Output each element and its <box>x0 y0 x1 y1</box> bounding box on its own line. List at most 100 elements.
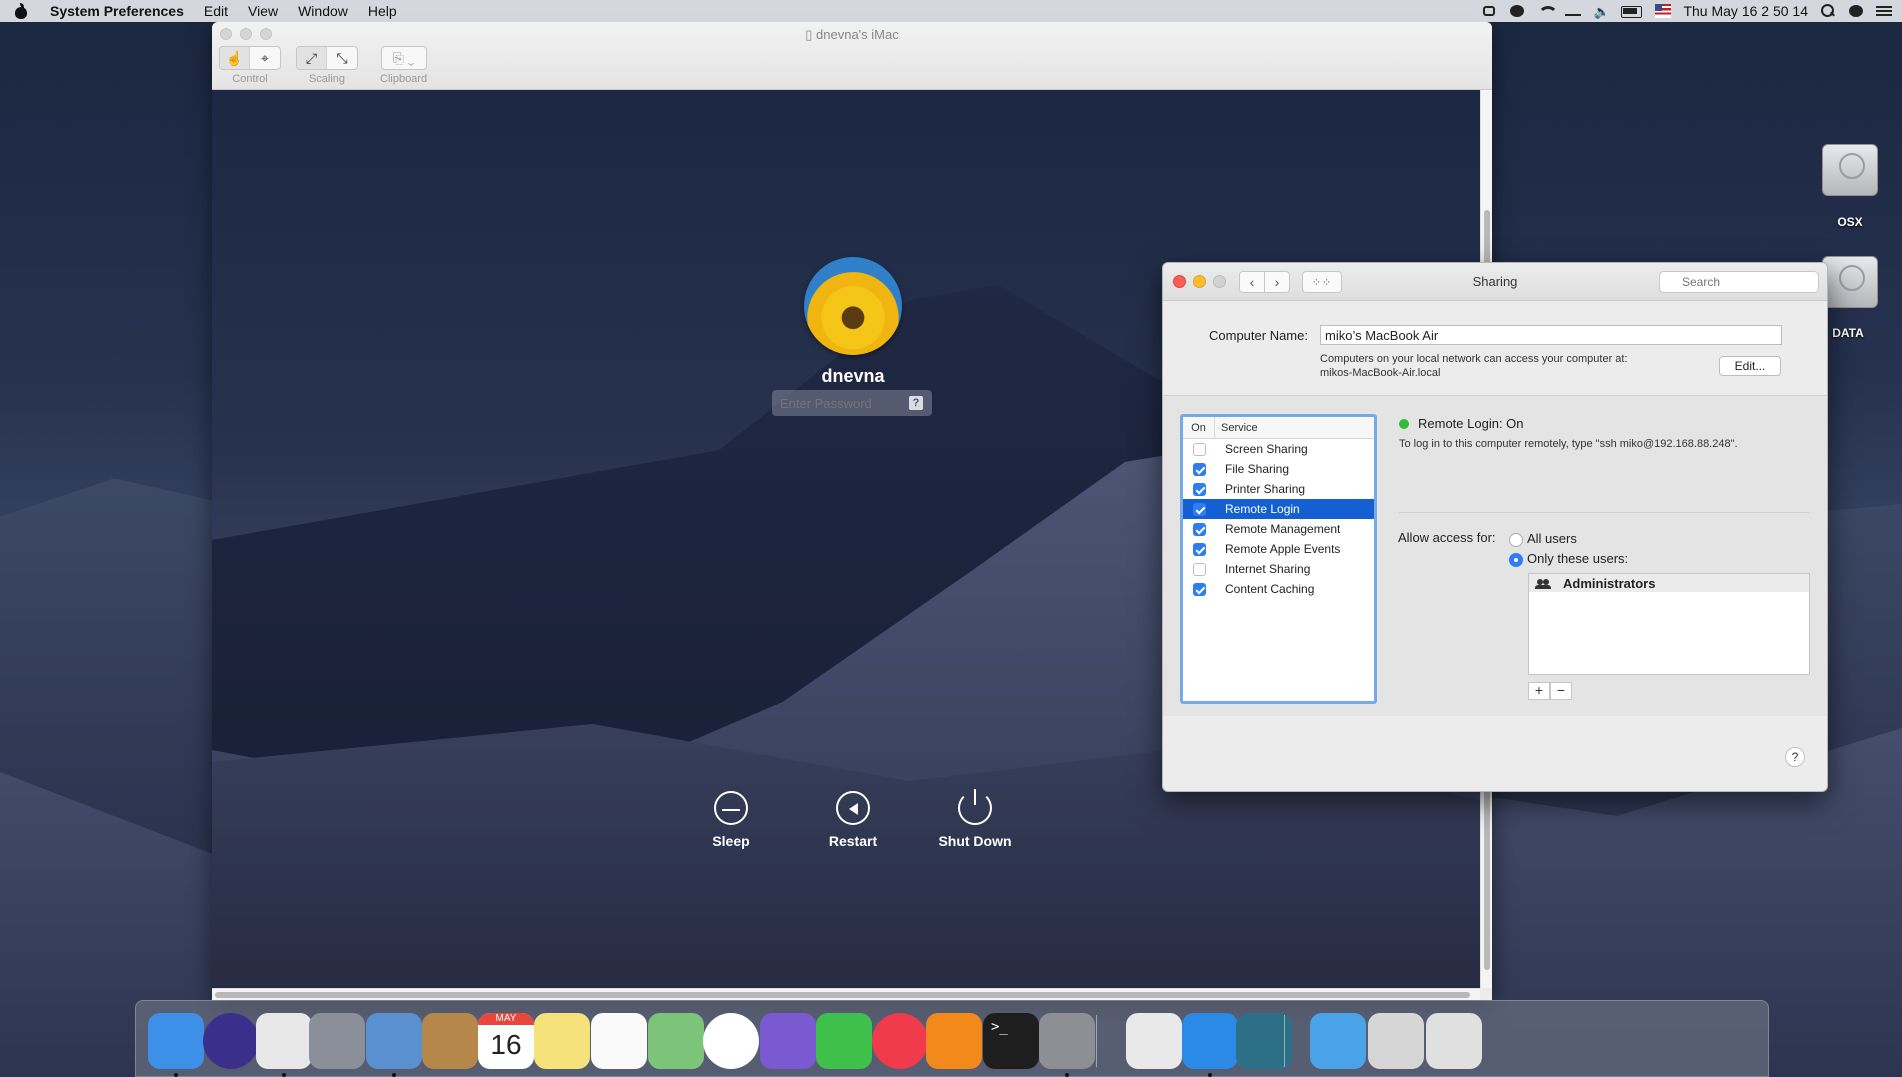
menu-help[interactable]: Help <box>368 3 397 19</box>
calendar-icon[interactable]: MAY 16 <box>478 1013 534 1069</box>
users-list[interactable]: Administrators <box>1528 573 1810 675</box>
wifi-icon[interactable] <box>1537 4 1559 18</box>
search-input[interactable] <box>1659 271 1819 293</box>
password-field[interactable] <box>772 390 932 416</box>
ssh-instructions: To log in to this computer remotely, typ… <box>1399 438 1738 450</box>
running-indicator <box>1208 1073 1212 1077</box>
shutdown-label: Shut Down <box>938 833 1012 849</box>
service-checkbox[interactable] <box>1193 482 1206 496</box>
horizontal-scrollbar[interactable] <box>212 988 1480 1000</box>
eject-icon[interactable] <box>1565 6 1582 16</box>
service-row[interactable]: Remote Apple Events <box>1183 539 1374 559</box>
service-row[interactable]: Remote Management <box>1183 519 1374 539</box>
scaling-label: Scaling <box>308 73 346 85</box>
trash-icon[interactable] <box>1426 1013 1482 1069</box>
mail-icon[interactable] <box>366 1013 422 1069</box>
edit-button[interactable]: Edit... <box>1719 356 1781 376</box>
service-checkbox[interactable] <box>1193 582 1206 596</box>
power-icon <box>958 789 992 825</box>
menu-window[interactable]: Window <box>298 3 348 19</box>
control-binoculars-icon[interactable]: ⌖ <box>250 47 280 69</box>
vlc-icon[interactable] <box>926 1013 982 1069</box>
notes-icon[interactable] <box>534 1013 590 1069</box>
safari-icon[interactable] <box>1182 1013 1238 1069</box>
radio-only-these-users-label[interactable]: Only these users: <box>1527 551 1628 566</box>
siri-icon[interactable] <box>203 1013 259 1069</box>
network-note-line1: Computers on your local network can acce… <box>1320 353 1628 365</box>
terminal-icon[interactable]: >_ <box>983 1013 1039 1069</box>
clipboard-icon[interactable]: ⎘ ⌄ <box>382 47 426 69</box>
sleep-button[interactable]: Sleep <box>691 791 771 849</box>
menu-clock[interactable]: Thu May 16 2 50 14 <box>1683 3 1808 19</box>
binoculars-status-icon[interactable] <box>1481 4 1497 18</box>
service-row[interactable]: Screen Sharing <box>1183 439 1374 459</box>
service-checkbox[interactable] <box>1193 522 1206 536</box>
contacts-icon[interactable] <box>422 1013 478 1069</box>
news-icon[interactable] <box>872 1013 928 1069</box>
radio-all-users-label[interactable]: All users <box>1527 531 1577 546</box>
service-checkbox[interactable] <box>1193 502 1206 516</box>
service-checkbox[interactable] <box>1193 562 1206 576</box>
viber-icon[interactable] <box>760 1013 816 1069</box>
notification-center-icon[interactable] <box>1876 4 1892 18</box>
menu-app-name[interactable]: System Preferences <box>50 3 184 19</box>
maps-icon[interactable] <box>648 1013 704 1069</box>
volume-icon[interactable]: 🔈 <box>1593 4 1609 19</box>
service-checkbox[interactable] <box>1193 442 1206 456</box>
service-row[interactable]: Printer Sharing <box>1183 479 1374 499</box>
col-on[interactable]: On <box>1183 417 1215 438</box>
service-row[interactable]: Content Caching <box>1183 579 1374 599</box>
battery-icon[interactable] <box>1621 4 1643 18</box>
window-title-text: dnevna's iMac <box>816 27 899 42</box>
menu-bar: System Preferences Edit View Window Help… <box>0 0 1902 22</box>
service-row[interactable]: Remote Login <box>1183 499 1374 519</box>
sleep-label: Sleep <box>712 833 750 849</box>
list-item[interactable]: Administrators <box>1529 574 1809 592</box>
control-group: ☝ ⌖ Control <box>219 46 281 85</box>
restart-button[interactable]: Restart <box>813 791 893 849</box>
service-checkbox[interactable] <box>1193 462 1206 476</box>
dock-separator <box>1284 1015 1285 1067</box>
control-label: Control <box>232 73 268 85</box>
textedit-icon[interactable] <box>1126 1013 1182 1069</box>
radio-only-these-users[interactable] <box>1509 553 1523 567</box>
user-avatar[interactable] <box>804 257 902 355</box>
sharing-titlebar: ‹ › ⁘⁘ Sharing <box>1163 263 1827 301</box>
help-button[interactable]: ? <box>1785 747 1805 767</box>
control-pointer-icon[interactable]: ☝ <box>220 47 250 69</box>
menu-edit[interactable]: Edit <box>204 3 228 19</box>
service-checkbox[interactable] <box>1193 542 1206 556</box>
computer-name-field[interactable] <box>1320 325 1782 345</box>
finder-icon[interactable] <box>148 1013 204 1069</box>
menu-view[interactable]: View <box>248 3 278 19</box>
chrome-apps-icon[interactable] <box>1368 1013 1424 1069</box>
launchpad-icon[interactable] <box>309 1013 365 1069</box>
chrome-icon[interactable] <box>256 1013 312 1069</box>
shutdown-button[interactable]: Shut Down <box>935 789 1015 849</box>
service-row[interactable]: Internet Sharing <box>1183 559 1374 579</box>
service-label: Remote Management <box>1225 522 1341 536</box>
disk-data-icon[interactable] <box>1822 256 1878 308</box>
disk-osx-icon[interactable] <box>1822 144 1878 196</box>
service-row[interactable]: File Sharing <box>1183 459 1374 479</box>
col-service[interactable]: Service <box>1215 422 1258 434</box>
photos-icon[interactable] <box>703 1013 759 1069</box>
remove-user-button[interactable]: − <box>1550 682 1572 700</box>
calendar-day: 16 <box>490 1029 522 1060</box>
downloads-folder-icon[interactable] <box>1310 1013 1366 1069</box>
viber-status-icon[interactable] <box>1509 4 1525 18</box>
system-preferences-icon[interactable] <box>1039 1013 1095 1069</box>
input-source-flag-icon[interactable] <box>1655 4 1672 18</box>
add-user-button[interactable]: + <box>1528 682 1550 700</box>
scale-expand-icon[interactable]: ⤢ <box>297 47 327 69</box>
radio-all-users[interactable] <box>1509 533 1523 547</box>
apple-menu-icon[interactable] <box>14 3 28 19</box>
scale-shrink-icon[interactable]: ⤡ <box>327 47 357 69</box>
reminders-icon[interactable] <box>591 1013 647 1069</box>
spotlight-icon[interactable] <box>1820 4 1836 18</box>
disk-osx-label[interactable]: OSX <box>1810 215 1890 229</box>
siri-menu-icon[interactable] <box>1848 4 1864 18</box>
running-indicator <box>282 1073 286 1077</box>
facetime-icon[interactable] <box>816 1013 872 1069</box>
password-hint-button[interactable]: ? <box>909 396 923 410</box>
